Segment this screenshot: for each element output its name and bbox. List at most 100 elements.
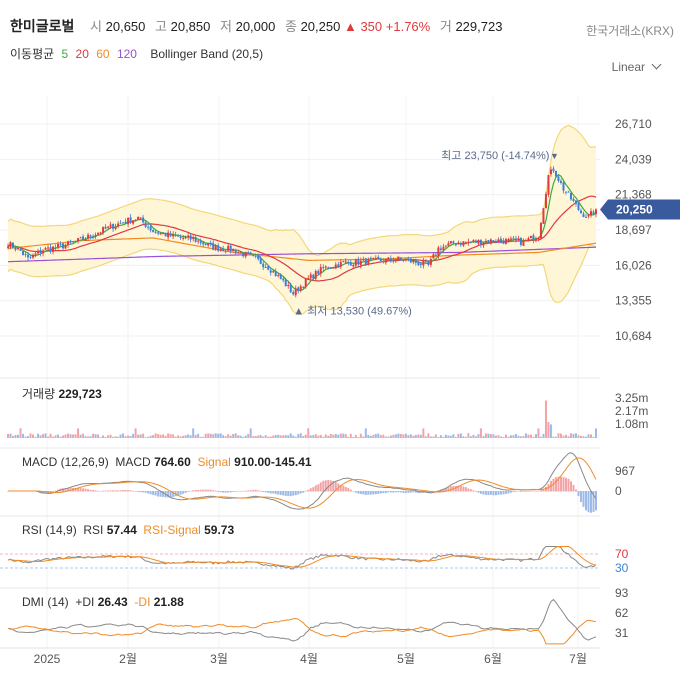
volume-bar [457, 433, 460, 438]
volume-bar [19, 428, 22, 438]
macd-histogram-bar [282, 491, 285, 496]
volume-bar [292, 435, 295, 438]
volume-bar [402, 434, 405, 438]
candle-body [299, 286, 302, 291]
candle-body [562, 182, 565, 191]
volume-bar [569, 433, 572, 438]
candle-body [64, 244, 67, 249]
volume-bar [474, 436, 477, 438]
candle-body [564, 191, 567, 193]
macd-histogram-bar [224, 491, 227, 493]
candle-body [272, 271, 275, 273]
candle-body [264, 266, 267, 268]
volume-bar [277, 434, 280, 438]
candle-body [477, 239, 480, 244]
candle-body [367, 258, 370, 265]
candle-body [437, 247, 440, 256]
candle-body [357, 258, 360, 265]
macd-histogram-bar [52, 491, 55, 492]
candle-body [59, 244, 62, 246]
candle-body [307, 278, 310, 280]
candle-body [144, 222, 147, 227]
macd-histogram-bar [97, 490, 100, 492]
candle-body [549, 169, 552, 175]
candle-body [32, 254, 35, 258]
volume-bar [132, 433, 135, 438]
volume-bar [552, 436, 555, 438]
candle-body [434, 254, 437, 256]
macd-histogram-bar [277, 491, 280, 495]
macd-histogram-bar [364, 491, 367, 495]
macd-histogram-bar [397, 491, 400, 493]
volume-bar [499, 436, 502, 438]
volume-bar [214, 433, 217, 438]
candle-body [257, 256, 260, 260]
rsi-signal-label: RSI-Signal [143, 523, 201, 537]
volume-bar [149, 435, 152, 438]
plus-di-label: +DI [75, 595, 95, 609]
volume-bar [32, 434, 35, 438]
candle-body [167, 232, 170, 238]
candle-body [24, 254, 27, 256]
volume-bar [39, 435, 42, 438]
candle-body [184, 236, 187, 239]
volume-bar [349, 433, 352, 438]
macd-histogram-bar [137, 491, 140, 492]
dmi-tick-label: 62 [615, 606, 629, 620]
candle-body [244, 251, 247, 257]
volume-bar [379, 435, 382, 438]
minus-di-line [7, 618, 597, 645]
macd-histogram-bar [307, 489, 310, 492]
candle-body [324, 266, 327, 268]
minus-di-value: 21.88 [153, 595, 184, 609]
macd-histogram-bar [144, 491, 147, 493]
macd-histogram-bar [372, 491, 375, 495]
volume-bar [34, 436, 37, 438]
candle-body [509, 238, 512, 240]
candle-body [19, 248, 22, 251]
macd-histogram-bar [202, 489, 205, 492]
volume-bar [367, 434, 370, 438]
candle-body [547, 175, 550, 195]
candle-body [527, 238, 530, 241]
candle-body [359, 260, 362, 266]
volume-bar [452, 434, 455, 438]
dmi-tick-label: 93 [615, 586, 629, 600]
volume-bar [592, 436, 595, 438]
volume-bar [27, 436, 30, 438]
macd-histogram-bar [379, 491, 382, 494]
candle-body [119, 222, 122, 224]
volume-bar [297, 434, 300, 438]
volume-bar [187, 434, 190, 438]
volume-bar [242, 436, 245, 438]
macd-histogram-bar [482, 491, 485, 495]
volume-bar [487, 433, 490, 438]
macd-histogram-bar [507, 491, 510, 494]
candle-body [247, 252, 250, 254]
volume-bar [519, 436, 522, 438]
macd-histogram-bar [259, 490, 262, 492]
candle-body [474, 240, 477, 243]
volume-bar [59, 436, 62, 438]
volume-bar [17, 434, 20, 438]
stock-chart[interactable]: 26,71024,03921,36818,69716,02613,35510,6… [0, 0, 680, 697]
dmi-title: DMI (14) [22, 595, 69, 609]
candle-body [439, 248, 442, 251]
candle-body [227, 245, 230, 251]
x-axis-label: 6월 [484, 652, 502, 666]
macd-histogram-bar [519, 491, 522, 492]
volume-bar [107, 435, 110, 438]
macd-histogram-bar [157, 491, 160, 497]
candle-body [537, 238, 540, 240]
volume-bar [299, 433, 302, 438]
volume-bar [317, 435, 320, 438]
rsi-signal-value: 59.73 [204, 523, 235, 537]
volume-bar [437, 436, 440, 438]
candle-body [332, 267, 335, 269]
macd-histogram-bar [484, 491, 487, 495]
volume-bar [557, 433, 560, 438]
candle-body [517, 238, 520, 240]
candle-body [534, 238, 537, 240]
candle-body [442, 246, 445, 250]
macd-histogram-bar [309, 488, 312, 492]
